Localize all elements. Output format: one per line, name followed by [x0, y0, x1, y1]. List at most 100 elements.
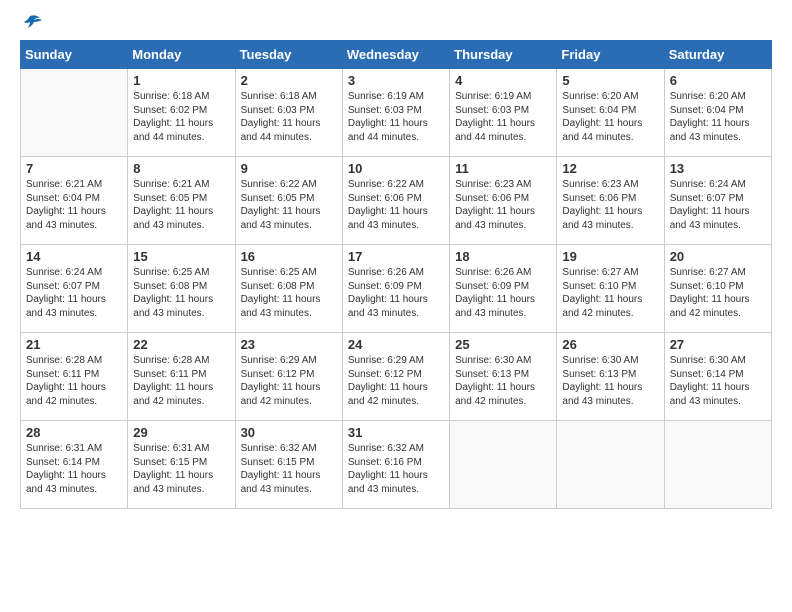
calendar-cell: 8 Sunrise: 6:21 AM Sunset: 6:05 PM Daylig… [128, 157, 235, 245]
day-number: 10 [348, 161, 444, 176]
day-number: 19 [562, 249, 658, 264]
calendar-cell: 20 Sunrise: 6:27 AM Sunset: 6:10 PM Dayli… [664, 245, 771, 333]
calendar-cell: 22 Sunrise: 6:28 AM Sunset: 6:11 PM Dayli… [128, 333, 235, 421]
day-number: 5 [562, 73, 658, 88]
calendar-week-row: 28Sunrise: 6:31 AM Sunset: 6:14 PM Dayli… [21, 421, 772, 509]
day-info: Sunrise: 6:29 AM Sunset: 6:12 PM Dayligh… [241, 354, 337, 408]
day-number: 22 [133, 337, 229, 352]
day-number: 20 [670, 249, 766, 264]
calendar-cell: 9Sunrise: 6:22 AM Sunset: 6:05 PM Daylig… [235, 157, 342, 245]
calendar-table: SundayMondayTuesdayWednesdayThursdayFrid… [20, 40, 772, 509]
day-info: Sunrise: 6:21 AM Sunset: 6:05 PM Dayligh… [133, 178, 229, 232]
calendar-cell: 17 Sunrise: 6:26 AM Sunset: 6:09 PM Dayli… [342, 245, 449, 333]
calendar-cell: 3 Sunrise: 6:19 AM Sunset: 6:03 PM Daylig… [342, 69, 449, 157]
calendar-week-row: 7 Sunrise: 6:21 AM Sunset: 6:04 PM Daylig… [21, 157, 772, 245]
day-info: Sunrise: 6:26 AM Sunset: 6:09 PM Dayligh… [455, 266, 551, 320]
column-header-saturday: Saturday [664, 41, 771, 69]
day-number: 8 [133, 161, 229, 176]
day-number: 16 [241, 249, 337, 264]
day-number: 15 [133, 249, 229, 264]
day-number: 12 [562, 161, 658, 176]
column-header-thursday: Thursday [450, 41, 557, 69]
day-number: 1 [133, 73, 229, 88]
day-number: 7 [26, 161, 122, 176]
column-header-sunday: Sunday [21, 41, 128, 69]
calendar-cell: 15Sunrise: 6:25 AM Sunset: 6:08 PM Dayli… [128, 245, 235, 333]
day-info: Sunrise: 6:32 AM Sunset: 6:15 PM Dayligh… [241, 442, 337, 496]
calendar-cell: 21 Sunrise: 6:28 AM Sunset: 6:11 PM Dayli… [21, 333, 128, 421]
calendar-week-row: 21 Sunrise: 6:28 AM Sunset: 6:11 PM Dayli… [21, 333, 772, 421]
calendar-cell [557, 421, 664, 509]
day-number: 25 [455, 337, 551, 352]
calendar-cell: 26 Sunrise: 6:30 AM Sunset: 6:13 PM Dayli… [557, 333, 664, 421]
calendar-cell: 29 Sunrise: 6:31 AM Sunset: 6:15 PM Dayli… [128, 421, 235, 509]
day-info: Sunrise: 6:18 AM Sunset: 6:03 PM Dayligh… [241, 90, 337, 144]
calendar-cell: 16Sunrise: 6:25 AM Sunset: 6:08 PM Dayli… [235, 245, 342, 333]
day-info: Sunrise: 6:28 AM Sunset: 6:11 PM Dayligh… [133, 354, 229, 408]
calendar-cell: 23 Sunrise: 6:29 AM Sunset: 6:12 PM Dayli… [235, 333, 342, 421]
day-info: Sunrise: 6:23 AM Sunset: 6:06 PM Dayligh… [455, 178, 551, 232]
calendar-cell: 31 Sunrise: 6:32 AM Sunset: 6:16 PM Dayli… [342, 421, 449, 509]
day-info: Sunrise: 6:30 AM Sunset: 6:13 PM Dayligh… [562, 354, 658, 408]
calendar-cell: 7 Sunrise: 6:21 AM Sunset: 6:04 PM Daylig… [21, 157, 128, 245]
calendar-week-row: 14 Sunrise: 6:24 AM Sunset: 6:07 PM Dayli… [21, 245, 772, 333]
day-number: 2 [241, 73, 337, 88]
day-number: 18 [455, 249, 551, 264]
day-info: Sunrise: 6:24 AM Sunset: 6:07 PM Dayligh… [26, 266, 122, 320]
day-info: Sunrise: 6:19 AM Sunset: 6:03 PM Dayligh… [455, 90, 551, 144]
day-info: Sunrise: 6:30 AM Sunset: 6:13 PM Dayligh… [455, 354, 551, 408]
day-number: 13 [670, 161, 766, 176]
day-info: Sunrise: 6:23 AM Sunset: 6:06 PM Dayligh… [562, 178, 658, 232]
calendar-cell: 25 Sunrise: 6:30 AM Sunset: 6:13 PM Dayli… [450, 333, 557, 421]
day-number: 24 [348, 337, 444, 352]
day-number: 26 [562, 337, 658, 352]
day-info: Sunrise: 6:32 AM Sunset: 6:16 PM Dayligh… [348, 442, 444, 496]
calendar-cell [664, 421, 771, 509]
calendar-cell: 13Sunrise: 6:24 AM Sunset: 6:07 PM Dayli… [664, 157, 771, 245]
day-number: 14 [26, 249, 122, 264]
column-header-wednesday: Wednesday [342, 41, 449, 69]
day-info: Sunrise: 6:21 AM Sunset: 6:04 PM Dayligh… [26, 178, 122, 232]
day-info: Sunrise: 6:22 AM Sunset: 6:06 PM Dayligh… [348, 178, 444, 232]
calendar-cell: 18 Sunrise: 6:26 AM Sunset: 6:09 PM Dayli… [450, 245, 557, 333]
calendar-cell: 24 Sunrise: 6:29 AM Sunset: 6:12 PM Dayli… [342, 333, 449, 421]
day-number: 9 [241, 161, 337, 176]
calendar-cell: 5 Sunrise: 6:20 AM Sunset: 6:04 PM Daylig… [557, 69, 664, 157]
day-number: 3 [348, 73, 444, 88]
logo [20, 20, 44, 30]
day-info: Sunrise: 6:27 AM Sunset: 6:10 PM Dayligh… [562, 266, 658, 320]
day-number: 11 [455, 161, 551, 176]
calendar-cell: 27Sunrise: 6:30 AM Sunset: 6:14 PM Dayli… [664, 333, 771, 421]
calendar-cell: 4 Sunrise: 6:19 AM Sunset: 6:03 PM Daylig… [450, 69, 557, 157]
day-info: Sunrise: 6:20 AM Sunset: 6:04 PM Dayligh… [562, 90, 658, 144]
calendar-cell: 1Sunrise: 6:18 AM Sunset: 6:02 PM Daylig… [128, 69, 235, 157]
day-number: 17 [348, 249, 444, 264]
day-info: Sunrise: 6:26 AM Sunset: 6:09 PM Dayligh… [348, 266, 444, 320]
column-header-monday: Monday [128, 41, 235, 69]
day-number: 4 [455, 73, 551, 88]
day-number: 6 [670, 73, 766, 88]
calendar-cell: 30 Sunrise: 6:32 AM Sunset: 6:15 PM Dayli… [235, 421, 342, 509]
day-info: Sunrise: 6:29 AM Sunset: 6:12 PM Dayligh… [348, 354, 444, 408]
day-info: Sunrise: 6:19 AM Sunset: 6:03 PM Dayligh… [348, 90, 444, 144]
calendar-cell: 12 Sunrise: 6:23 AM Sunset: 6:06 PM Dayli… [557, 157, 664, 245]
day-info: Sunrise: 6:20 AM Sunset: 6:04 PM Dayligh… [670, 90, 766, 144]
column-header-tuesday: Tuesday [235, 41, 342, 69]
day-number: 29 [133, 425, 229, 440]
day-number: 23 [241, 337, 337, 352]
calendar-cell [450, 421, 557, 509]
calendar-cell: 11 Sunrise: 6:23 AM Sunset: 6:06 PM Dayli… [450, 157, 557, 245]
calendar-cell: 28Sunrise: 6:31 AM Sunset: 6:14 PM Dayli… [21, 421, 128, 509]
calendar-cell: 10 Sunrise: 6:22 AM Sunset: 6:06 PM Dayli… [342, 157, 449, 245]
day-info: Sunrise: 6:30 AM Sunset: 6:14 PM Dayligh… [670, 354, 766, 408]
day-info: Sunrise: 6:28 AM Sunset: 6:11 PM Dayligh… [26, 354, 122, 408]
day-number: 21 [26, 337, 122, 352]
calendar-cell: 19 Sunrise: 6:27 AM Sunset: 6:10 PM Dayli… [557, 245, 664, 333]
day-number: 30 [241, 425, 337, 440]
calendar-cell: 14 Sunrise: 6:24 AM Sunset: 6:07 PM Dayli… [21, 245, 128, 333]
calendar-cell: 2 Sunrise: 6:18 AM Sunset: 6:03 PM Daylig… [235, 69, 342, 157]
column-header-friday: Friday [557, 41, 664, 69]
day-info: Sunrise: 6:31 AM Sunset: 6:15 PM Dayligh… [133, 442, 229, 496]
day-info: Sunrise: 6:27 AM Sunset: 6:10 PM Dayligh… [670, 266, 766, 320]
day-number: 31 [348, 425, 444, 440]
